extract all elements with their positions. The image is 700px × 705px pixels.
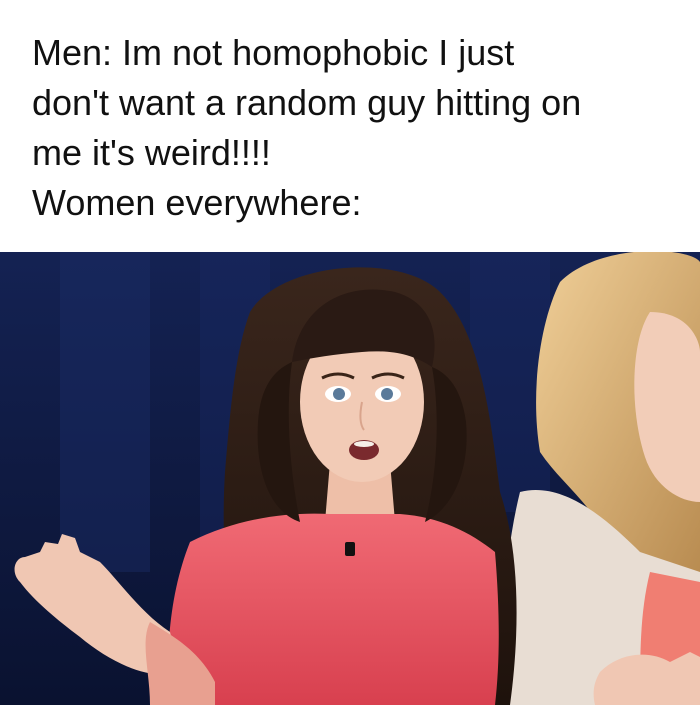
right-iris	[381, 388, 393, 400]
left-person-top	[168, 513, 499, 705]
caption-line-3: me it's weird!!!!	[32, 132, 271, 173]
caption-line-4: Women everywhere:	[32, 182, 362, 223]
microphone-clip	[345, 542, 355, 556]
meme-caption: Men: Im not homophobic I just don't want…	[0, 0, 700, 252]
mouth-teeth	[354, 441, 374, 447]
left-iris	[333, 388, 345, 400]
caption-line-1: Men: Im not homophobic I just	[32, 32, 515, 73]
caption-line-2: don't want a random guy hitting on	[32, 82, 582, 123]
backdrop-panel	[60, 252, 150, 572]
meme-photo	[0, 252, 700, 705]
photo-illustration	[0, 252, 700, 705]
